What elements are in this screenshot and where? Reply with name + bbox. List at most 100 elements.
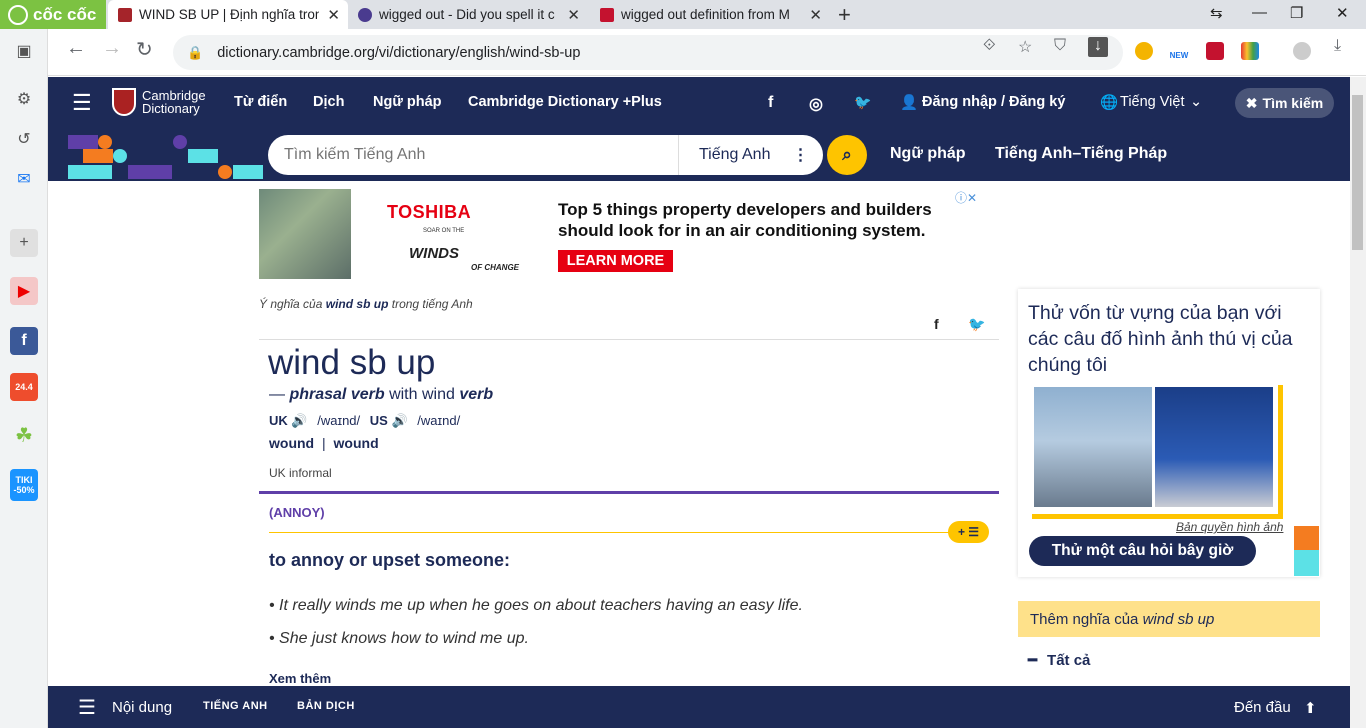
new-badge-icon[interactable]: NEW [1166,42,1192,60]
reload-icon[interactable]: ↻ [136,37,153,62]
tab-wind-sb-up[interactable]: WIND SB UP | Định nghĩa tron ✕ [108,0,348,29]
pos-label: phrasal verb [289,386,385,403]
verb-forms: wound | wound [269,435,379,451]
try-quiz-button[interactable]: Thử một câu hỏi bây giờ [1029,536,1256,566]
star-icon[interactable]: ☆ [1018,37,1032,57]
share-facebook-icon[interactable]: f [934,316,939,332]
shopee-label: 24.4 [15,382,33,392]
nav-plus[interactable]: Cambridge Dictionary +Plus [468,94,662,110]
tiki-icon[interactable]: TIKI -50% [10,469,38,501]
messenger-icon[interactable]: ✉ [10,165,38,193]
tab-search-icon[interactable]: ⇆ [1210,4,1223,22]
menu-icon[interactable]: ☰ [72,90,92,116]
coccoc-leaf-icon[interactable]: ☘ [10,421,38,449]
all-meanings-toggle[interactable]: ━ Tất cả [1028,651,1090,669]
quiz-panel: Thử vốn từ vựng của bạn với các câu đố h… [1018,289,1320,577]
close-icon[interactable]: ✕ [567,6,580,24]
close-window-icon[interactable]: ✕ [1336,4,1349,22]
gear-icon[interactable]: ⚙ [10,85,38,113]
close-icon[interactable]: ✕ [809,6,822,24]
tiki-label: TIKI -50% [13,475,35,495]
search-bar: Tìm kiếm Tiếng Anh Tiếng Anh ⋮ ⌕ Ngữ phá… [48,129,1350,181]
example-item: • She just knows how to wind me up. [269,630,529,647]
pos-verb: verb [459,386,494,403]
close-icon[interactable]: ✕ [327,6,340,24]
image-copyright-link[interactable]: Bản quyền hình ảnh [1176,520,1283,534]
chrome-extension-icon[interactable] [1135,42,1153,60]
ad-of-change: OF CHANGE [471,263,519,272]
avatar[interactable] [1293,42,1311,60]
tab-wigged-out-definition[interactable]: wigged out definition from M ✕ [590,0,830,29]
download-page-icon[interactable]: ↓ [1088,37,1108,57]
history-icon[interactable]: ↺ [10,125,38,153]
shopee-icon[interactable]: 24.4 [10,373,38,401]
download-icon[interactable]: ⤓ [1334,37,1341,55]
tab-wigged-out-spell[interactable]: wigged out - Did you spell it c ✕ [348,0,588,29]
quiz-image-windmill[interactable] [1155,387,1273,507]
address-bar[interactable]: 🔒 dictionary.cambridge.org/vi/dictionary… [173,35,1123,70]
tab-translation[interactable]: BẢN DỊCH [297,700,355,712]
forward-icon[interactable]: → [102,37,122,60]
ad-info-close-icon[interactable]: ⓘ✕ [955,189,977,206]
back-to-top-link[interactable]: Đến đầu [1234,699,1291,716]
arrow-up-icon[interactable]: ⬆ [1304,699,1317,717]
coccoc-brand[interactable]: cốc cốc [0,0,106,29]
login-link[interactable]: Đăng nhập / Đăng ký [922,94,1065,110]
new-tab-icon[interactable]: + [838,2,851,28]
facebook-icon[interactable]: f [10,327,38,355]
twitter-icon[interactable]: 🐦 [854,94,871,111]
instagram-icon[interactable]: ◎ [809,94,823,114]
ad-winds: WINDS [409,245,459,262]
tab-title: wigged out - Did you spell it c [379,7,555,22]
nav-grammar[interactable]: Ngữ pháp [373,94,442,110]
brand-name: cốc cốc [33,4,97,24]
speaker-icon[interactable]: 🔊 [291,413,307,428]
url-text: dictionary.cambridge.org/vi/dictionary/e… [217,44,581,61]
search-toggle-button[interactable]: ✖ Tìm kiếm [1235,88,1334,118]
definition: to annoy or upset someone: [269,550,511,570]
ad-learn-more-button[interactable]: LEARN MORE [558,250,673,272]
uk-ipa: /waɪnd/ [317,413,361,428]
grammar-link[interactable]: Ngữ pháp [890,145,966,163]
maximize-icon[interactable]: ❐ [1290,4,1303,22]
sidebar-toggle-icon[interactable]: ▣ [10,37,38,65]
cambridge-logo[interactable]: Cambridge Dictionary [112,88,206,116]
facebook-icon[interactable]: f [768,94,773,112]
back-icon[interactable]: ← [66,37,86,60]
youtube-icon[interactable]: ▶ [10,277,38,305]
logo-line-2: Dictionary [142,101,200,116]
globe-icon: 🌐 [1100,95,1119,111]
see-more-link[interactable]: Xem thêm [269,671,331,686]
speaker-icon[interactable]: 🔊 [391,413,407,428]
decor-dot [173,135,187,149]
more-vertical-icon[interactable]: ⋮ [792,145,808,165]
nav-translate[interactable]: Dịch [313,94,344,110]
meaning-prefix: Ý nghĩa của [259,297,323,311]
add-icon[interactable]: + [10,229,38,257]
extension-red-icon[interactable] [1206,42,1224,60]
search-input[interactable]: Tìm kiếm Tiếng Anh Tiếng Anh ⋮ [268,135,823,175]
add-to-list-button[interactable]: + ☰ [948,521,989,543]
menu-icon[interactable]: ☰ [78,695,96,720]
tab-english[interactable]: TIẾNG ANH [203,700,268,712]
contents-link[interactable]: Nội dung [112,699,172,716]
advertisement[interactable]: TOSHIBA SOAR ON THE WINDS OF CHANGE Top … [259,189,987,279]
pronunciation: UK 🔊 /waɪnd/ US 🔊 /waɪnd/ [269,413,460,429]
english-french-link[interactable]: Tiếng Anh–Tiếng Pháp [995,145,1167,163]
minimize-icon[interactable]: — [1252,4,1267,21]
translate-icon[interactable]: ⟐ [983,37,996,55]
search-icon: ⌕ [842,145,852,164]
chevron-down-icon[interactable]: ⌄ [1190,94,1202,110]
scrollbar-thumb[interactable] [1352,95,1363,250]
search-placeholder: Tìm kiếm Tiếng Anh [284,146,426,163]
extension-color-icon[interactable] [1241,42,1259,60]
shield-icon[interactable]: ⛉ [1054,37,1066,55]
share-twitter-icon[interactable]: 🐦 [968,316,985,333]
search-language-selector[interactable]: Tiếng Anh ⋮ [678,135,808,175]
cambridge-favicon-icon [118,7,132,22]
language-selector[interactable]: Tiếng Việt [1120,94,1185,110]
decor-block [83,149,113,163]
search-button[interactable]: ⌕ [827,135,867,175]
nav-dictionary[interactable]: Từ điển [234,94,287,110]
quiz-image-skyline[interactable] [1034,387,1152,507]
